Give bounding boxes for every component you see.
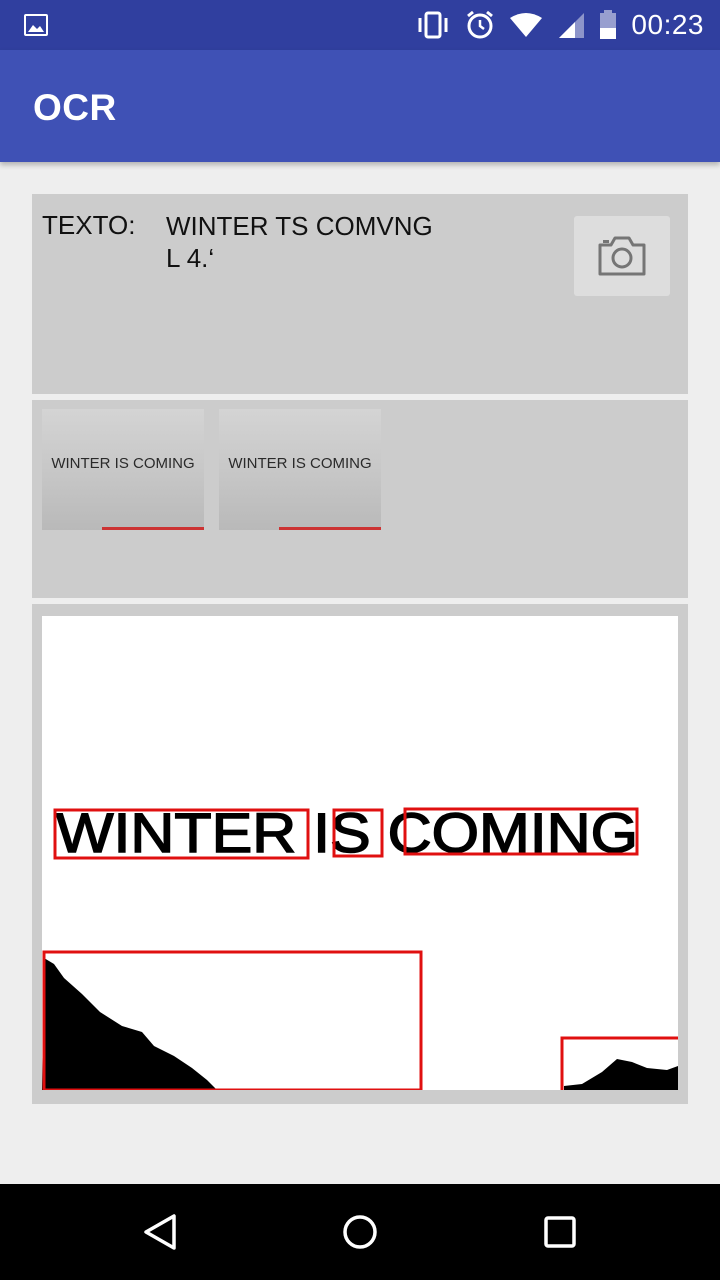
ocr-result-panel: TEXTO: WINTER TS COMVNG L 4.‘ — [32, 194, 688, 394]
alarm-icon — [467, 10, 494, 39]
status-bar: 00:23 — [0, 0, 720, 50]
thumbnail-panel: WINTER IS COMING WINTER IS COMING — [32, 400, 688, 598]
wifi-icon — [510, 13, 543, 37]
camera-button[interactable] — [574, 216, 670, 296]
vibrate-icon — [418, 11, 448, 39]
processed-image: WINTER IS COMING — [42, 616, 678, 1090]
app-title: OCR — [33, 87, 117, 128]
status-time: 00:23 — [631, 9, 704, 40]
home-icon[interactable] — [340, 1212, 380, 1252]
ocr-text-value: WINTER TS COMVNG L 4.‘ — [166, 211, 433, 273]
thumbnail-edge — [102, 527, 204, 530]
thumbnail-image[interactable]: WINTER IS COMING — [219, 409, 381, 530]
signal-icon — [559, 13, 585, 38]
app-bar: OCR — [0, 50, 720, 162]
dark-region — [564, 1059, 678, 1090]
navigation-bar — [0, 1184, 720, 1280]
battery-icon — [600, 10, 617, 39]
dark-region — [42, 958, 217, 1090]
thumbnail-text: WINTER IS COMING — [51, 455, 195, 472]
thumbnail-text: WINTER IS COMING — [228, 455, 372, 472]
recents-icon[interactable] — [540, 1212, 580, 1252]
back-icon[interactable] — [140, 1212, 180, 1252]
camera-icon — [598, 236, 646, 276]
image-icon — [24, 14, 48, 36]
texto-label: TEXTO: — [42, 210, 136, 240]
thumbnail-edge — [279, 527, 381, 530]
processed-image-panel: WINTER IS COMING — [32, 604, 688, 1104]
thumbnail-image[interactable]: WINTER IS COMING — [42, 409, 204, 530]
